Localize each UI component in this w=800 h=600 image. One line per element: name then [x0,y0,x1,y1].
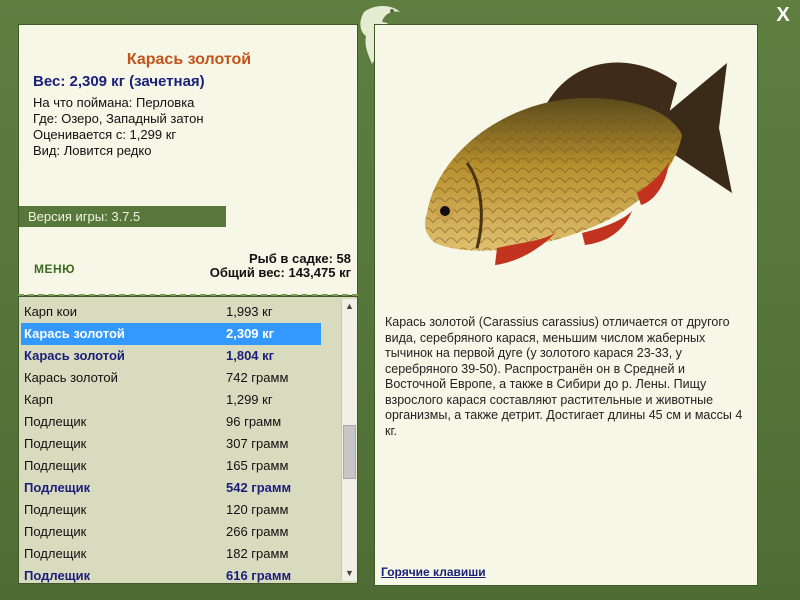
catch-info-panel: Карась золотой Вес: 2,309 кг (зачетная) … [18,24,358,296]
list-item-weight: 266 грамм [226,524,289,539]
list-item[interactable]: Карась золотой 742 грамм [21,367,321,389]
list-item-name: Подлещик [24,546,87,561]
chevron-down-icon[interactable]: ▼ [342,566,357,581]
catch-list[interactable]: Карп кои 1,993 кг Карась золотой 2,309 кг Ка… [18,296,358,584]
list-item-name: Подлещик [24,436,87,451]
list-item-name: Подлещик [24,480,91,495]
list-item-name: Карась золотой [24,370,118,385]
list-item[interactable]: Подлещик 616 грамм [21,565,321,587]
fish-details-panel: Карась золотой (Carassius carassius) отл… [374,24,758,586]
list-item-name: Карась золотой [24,348,125,363]
bait-info: На что поймана: Перловка [33,95,195,110]
list-item-weight: 120 грамм [226,502,289,517]
hotkeys-link[interactable]: Горячие клавиши [381,565,486,579]
fish-description: Карась золотой (Carassius carassius) отл… [385,315,743,438]
list-item[interactable]: Подлещик 266 грамм [21,521,321,543]
menu-button[interactable]: МЕНЮ [34,262,75,276]
scrollbar-thumb[interactable] [343,425,356,479]
list-item-weight: 165 грамм [226,458,289,473]
fish-title: Карась золотой [126,51,252,68]
list-item-weight: 742 грамм [226,370,289,385]
chevron-up-icon[interactable]: ▲ [342,299,357,314]
list-scrollbar[interactable]: ▲ ▼ [341,299,357,581]
close-icon[interactable]: X [776,4,789,26]
fish-weight: Вес: 2,309 кг (зачетная) [33,73,205,90]
value-info: Оценивается с: 1,299 кг [33,127,177,142]
list-item-name: Подлещик [24,524,87,539]
list-item-weight: 1,993 кг [226,304,273,319]
list-item-weight: 96 грамм [226,414,282,429]
place-info: Где: Озеро, Западный затон [33,111,204,126]
list-item-weight: 1,299 кг [226,392,273,407]
list-item[interactable]: Карась золотой 1,804 кг [21,345,321,367]
list-item-weight: 2,309 кг [226,326,275,341]
list-item-weight: 542 грамм [226,480,292,495]
list-item[interactable]: Подлещик 165 грамм [21,455,321,477]
close-button[interactable]: X [772,4,794,26]
list-item[interactable]: Карп 1,299 кг [21,389,321,411]
list-item[interactable]: Подлещик 120 грамм [21,499,321,521]
kind-info: Вид: Ловится редко [33,143,152,158]
list-item[interactable]: Подлещик 182 грамм [21,543,321,565]
list-item[interactable]: Подлещик 542 грамм [21,477,321,499]
list-item[interactable]: Подлещик 96 грамм [21,411,321,433]
keepnet-total-weight: Общий вес: 143,475 кг [209,265,351,280]
list-item-name: Подлещик [24,502,87,517]
list-item-name: Карп [24,392,54,407]
list-item-name: Карп кои [24,304,78,319]
keepnet-count: Рыб в садке: 58 [248,251,351,266]
list-item-weight: 616 грамм [226,568,292,583]
version-bar: Версия игры: 3.7.5 [19,206,226,227]
list-item[interactable]: Подлещик 307 грамм [21,433,321,455]
list-item[interactable]: Карп кои 1,993 кг [21,301,321,323]
list-item-name: Карась золотой [24,326,125,341]
crucian-carp-image [425,62,732,265]
list-item-name: Подлещик [24,458,87,473]
list-item-weight: 307 грамм [226,436,289,451]
list-item-weight: 1,804 кг [226,348,275,363]
list-item-name: Подлещик [24,414,87,429]
list-item-weight: 182 грамм [226,546,289,561]
list-item-name: Подлещик [24,568,91,583]
list-item[interactable]: Карась золотой 2,309 кг [21,323,321,345]
